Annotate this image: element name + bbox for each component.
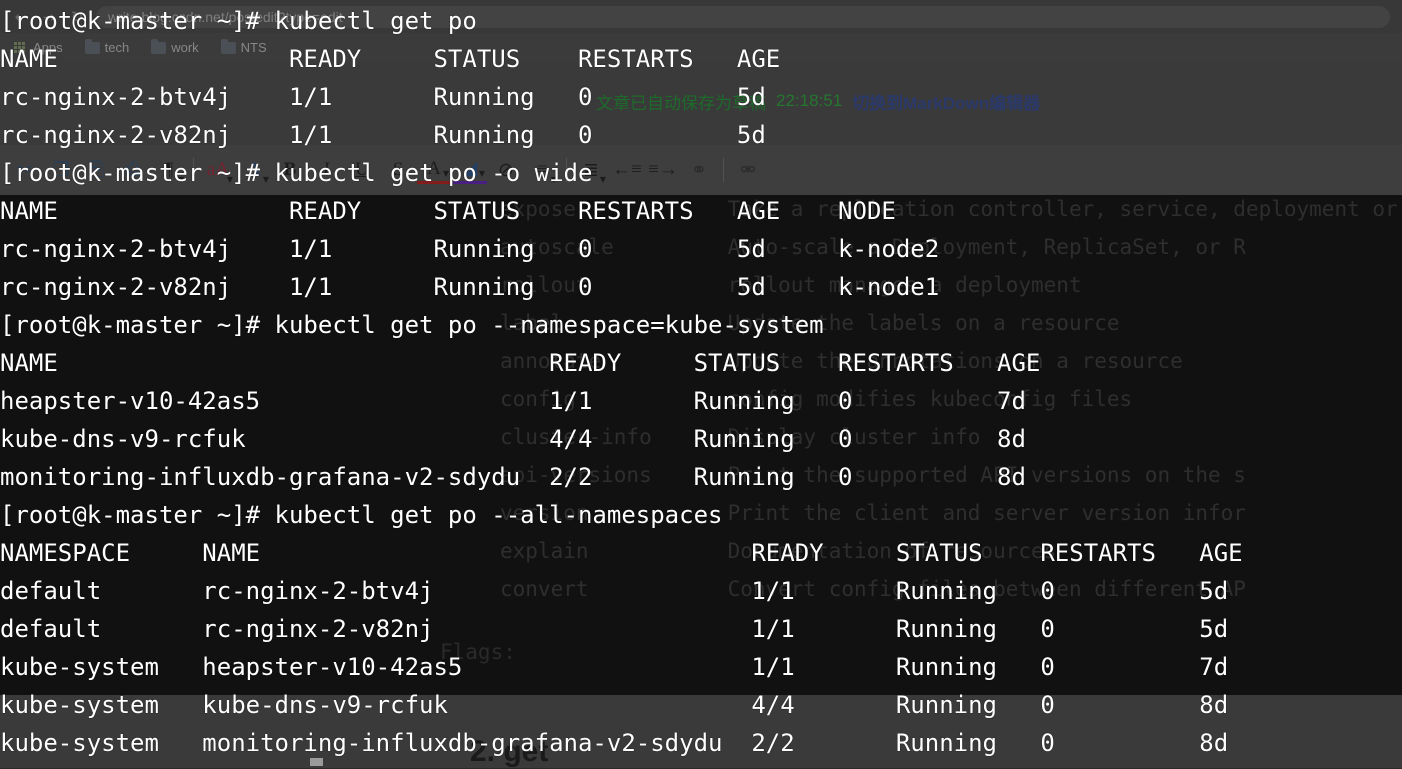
folder-icon [221, 42, 236, 54]
toolbar-separator [723, 158, 724, 182]
back-icon[interactable]: ← [12, 8, 30, 26]
autosave-status: 文章已自动保存为草稿 22:18:51 切换到MarkDown编辑器 [596, 88, 1040, 114]
italic-icon[interactable]: I [309, 153, 343, 187]
help-row: api-versions Print the supported API ver… [500, 463, 1246, 487]
flags-label: Flags: [440, 640, 516, 664]
help-row: convert Convert config files between dif… [500, 577, 1246, 601]
bold-icon[interactable]: B [273, 153, 307, 187]
strikethrough-icon[interactable]: S [381, 153, 415, 187]
toolbar-separator [566, 158, 567, 182]
cut-icon[interactable]: ✂ [8, 153, 42, 187]
help-row: version Print the client and server vers… [500, 501, 1246, 525]
autosave-time: 22:18:51 [776, 91, 842, 111]
chevron-down-icon: ▼ [600, 175, 606, 184]
bookmark-label: Apps [33, 40, 63, 55]
bookmark-work[interactable]: work [143, 38, 206, 57]
bookmark-tech[interactable]: tech [77, 38, 138, 57]
terminal-cursor [310, 758, 323, 766]
unlink-icon[interactable]: ⚮ [731, 153, 765, 187]
bookmark-label: NTS [241, 40, 267, 55]
chevron-down-icon: ▼ [443, 169, 449, 178]
apps-grid-icon [14, 42, 28, 54]
autosave-text: 文章已自动保存为草稿 [596, 89, 766, 114]
bookmark-apps[interactable]: Apps [6, 38, 71, 57]
bookmark-label: work [171, 40, 198, 55]
help-row: rollout rollout manages a deployment [500, 273, 1082, 297]
forward-icon[interactable]: → [40, 8, 58, 26]
indent-icon[interactable]: ≡→ [646, 153, 680, 187]
paste-text-icon[interactable]: ⎙ [116, 153, 150, 187]
page-heading: 2. get [470, 735, 548, 769]
bookmarks-bar: Apps tech work NTS [0, 33, 1402, 62]
chevron-down-icon: ▼ [263, 175, 269, 184]
browser-toolbar: ← → ↻ write.blog.csdn.net/postedit?type=… [0, 0, 1402, 33]
editor-format-toolbar: ✂❐⎘⎙¶▼aΑ▼A▼BIUSA▼◢▼⊘≡▼≣▼←≡≡→⚭⚮ [0, 145, 1402, 195]
bookmark-nts[interactable]: NTS [213, 38, 275, 57]
font-family-icon[interactable]: aΑ▼ [201, 153, 235, 187]
help-row: expose Take a replication controller, se… [500, 197, 1402, 221]
help-row: autoscale Auto-scale a Deployment, Repli… [500, 235, 1246, 259]
chevron-down-icon: ▼ [178, 175, 184, 184]
paragraph-format-icon[interactable]: ¶▼ [152, 153, 186, 187]
help-row: config config modifies kubeconfig files [500, 387, 1132, 411]
remove-format-icon[interactable]: ⊘ [489, 153, 523, 187]
help-row: annotate Update the annotations on a res… [500, 349, 1183, 373]
bullet-list-icon[interactable]: ≣▼ [574, 153, 608, 187]
folder-icon [85, 42, 100, 54]
help-row: cluster-info Display cluster info [500, 425, 980, 449]
chevron-down-icon: ▼ [479, 169, 485, 178]
font-size-icon[interactable]: A▼ [237, 153, 271, 187]
outdent-icon[interactable]: ←≡ [610, 153, 644, 187]
underline-icon[interactable]: U [345, 153, 379, 187]
toolbar-separator [193, 158, 194, 182]
chevron-down-icon: ▼ [227, 175, 233, 184]
folder-icon [151, 42, 166, 54]
editor-content-area[interactable]: expose Take a replication controller, se… [0, 195, 1402, 695]
help-row: explain Documentation of resources [500, 539, 1056, 563]
bookmark-label: tech [105, 40, 130, 55]
link-icon[interactable]: ⚭ [682, 153, 716, 187]
paste-icon[interactable]: ⎘ [80, 153, 114, 187]
highlight-color-icon[interactable]: ◢▼ [453, 156, 487, 184]
reload-icon[interactable]: ↻ [68, 8, 86, 26]
browser-window: ← → ↻ write.blog.csdn.net/postedit?type=… [0, 0, 1402, 768]
switch-to-markdown-link[interactable]: 切换到MarkDown编辑器 [852, 89, 1040, 114]
url-text: write.blog.csdn.net/postedit?type=edit [108, 9, 343, 25]
copy-icon[interactable]: ❐ [44, 153, 78, 187]
chevron-down-icon: ▼ [551, 175, 557, 184]
help-row: label Update the labels on a resource [500, 311, 1120, 335]
align-left-icon[interactable]: ≡▼ [525, 153, 559, 187]
address-bar[interactable]: write.blog.csdn.net/postedit?type=edit [96, 6, 1390, 28]
text-color-icon[interactable]: A▼ [417, 156, 451, 184]
